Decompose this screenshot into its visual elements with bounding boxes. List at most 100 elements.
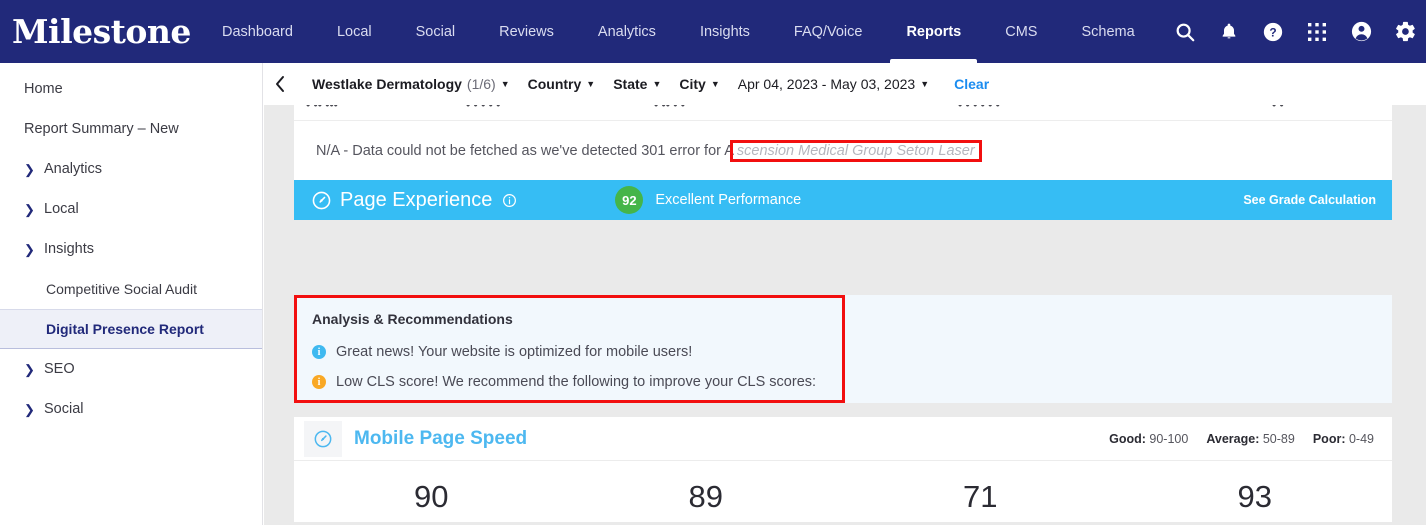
sidebar-item-competitive-social-audit[interactable]: Competitive Social Audit: [0, 269, 262, 309]
sidebar-item-label: Local: [44, 201, 79, 217]
sidebar-item-label: Home: [24, 81, 63, 97]
sidebar-item-analytics[interactable]: ❯ Analytics: [0, 149, 262, 189]
page-experience-title: Page Experience: [340, 188, 493, 211]
sidebar-item-label: Report Summary – New: [24, 121, 179, 137]
legend-good-label: Good:: [1109, 431, 1146, 446]
filter-country-dropdown[interactable]: Country ▼: [519, 76, 605, 92]
speedometer-icon: [310, 189, 332, 211]
info-circle-icon[interactable]: [502, 193, 517, 208]
chevron-down-icon: ❯: [24, 241, 35, 257]
table-row: • •• ••• • • • • • • •• • • • • • • • • …: [294, 105, 1392, 120]
filter-account-count: (1/6): [466, 76, 496, 92]
sidebar-item-label: SEO: [44, 361, 75, 377]
legend-average: Average: 50-89: [1206, 432, 1295, 446]
analysis-title: Analysis & Recommendations: [312, 311, 513, 327]
score-value: 71: [963, 479, 998, 514]
nav-item-reviews[interactable]: Reviews: [477, 0, 576, 63]
top-navigation-bar: Milestone Dashboard Local Social Reviews…: [0, 0, 1426, 63]
left-sidebar: Home Report Summary – New ❯ Analytics ❯ …: [0, 63, 263, 525]
table-cell: • •• •••: [306, 105, 338, 112]
table-cell: • • • • • •: [958, 105, 1000, 112]
sidebar-item-label: Competitive Social Audit: [46, 281, 197, 297]
na-error-prefix: N/A - Data could not be fetched as we've…: [316, 142, 734, 159]
filter-account-dropdown[interactable]: Westlake Dermatology (1/6) ▼: [303, 76, 519, 92]
sidebar-item-label: Digital Presence Report: [46, 321, 204, 337]
table-cell: • • • • •: [466, 105, 501, 112]
top-nav-items: Dashboard Local Social Reviews Analytics…: [200, 0, 1157, 63]
notification-bell-icon[interactable]: [1216, 19, 1242, 45]
filter-city-dropdown[interactable]: City ▼: [670, 76, 728, 92]
sidebar-item-label: Analytics: [44, 161, 103, 177]
sidebar-item-home[interactable]: Home: [0, 69, 262, 109]
page-experience-score-badge: 92: [615, 186, 644, 214]
info-circle-icon: i: [312, 345, 326, 359]
sidebar-item-insights[interactable]: ❯ Insights: [0, 229, 262, 269]
score-value: 93: [1237, 479, 1272, 514]
brand-logo[interactable]: Milestone: [0, 15, 200, 48]
nav-item-schema[interactable]: Schema: [1059, 0, 1156, 63]
chevron-down-icon: ▼: [586, 78, 596, 89]
info-circle-icon: i: [312, 375, 326, 389]
help-icon[interactable]: ?: [1260, 19, 1286, 45]
nav-item-insights[interactable]: Insights: [678, 0, 772, 63]
app-root: Milestone Dashboard Local Social Reviews…: [0, 0, 1426, 525]
sidebar-item-seo[interactable]: ❯ SEO: [0, 349, 262, 389]
chevron-down-icon: ▼: [652, 78, 662, 89]
chevron-right-icon: ❯: [24, 361, 35, 377]
sidebar-item-report-summary-new[interactable]: Report Summary – New: [0, 109, 262, 149]
nav-item-local[interactable]: Local: [315, 0, 394, 63]
recommendation-item-cls: i Low CLS score! We recommend the follow…: [312, 374, 816, 390]
chevron-right-icon: ❯: [24, 401, 35, 417]
filter-state-dropdown[interactable]: State ▼: [604, 76, 670, 92]
legend-average-label: Average:: [1206, 431, 1260, 446]
svg-text:?: ?: [1269, 25, 1276, 39]
chevron-down-icon: ▼: [710, 78, 720, 89]
chevron-down-icon: ▼: [920, 78, 930, 89]
apps-grid-icon[interactable]: [1304, 19, 1330, 45]
na-error-text: N/A - Data could not be fetched as we've…: [316, 139, 982, 162]
filter-city-label: City: [679, 76, 706, 92]
main-content-area: • •• ••• • • • • • • •• • • • • • • • • …: [264, 105, 1426, 525]
mobile-page-speed-header: Mobile Page Speed Good: 90-100 Average: …: [294, 417, 1392, 461]
chevron-down-icon: ▼: [500, 78, 510, 89]
nav-item-analytics[interactable]: Analytics: [576, 0, 678, 63]
score-value: 89: [688, 479, 723, 514]
settings-gear-icon[interactable]: [1392, 19, 1418, 45]
sidebar-collapse-button[interactable]: [263, 63, 297, 105]
filter-country-label: Country: [527, 76, 582, 92]
recommendation-item-mobile: i Great news! Your website is optimized …: [312, 344, 692, 360]
legend-average-range: 50-89: [1262, 431, 1295, 446]
score-value: 90: [414, 479, 449, 514]
nav-item-cms[interactable]: CMS: [983, 0, 1059, 63]
nav-item-dashboard[interactable]: Dashboard: [200, 0, 315, 63]
recommendation-text: Low CLS score! We recommend the followin…: [336, 374, 817, 390]
sidebar-item-label: Insights: [44, 241, 94, 257]
recommendation-text: Great news! Your website is optimized fo…: [336, 344, 693, 360]
search-icon[interactable]: [1172, 19, 1198, 45]
legend-good: Good: 90-100: [1109, 432, 1188, 446]
analysis-recommendations-panel: Analysis & Recommendations i Great news!…: [294, 295, 1392, 403]
nav-item-social[interactable]: Social: [394, 0, 478, 63]
speedometer-icon: [304, 420, 342, 457]
filter-daterange-dropdown[interactable]: Apr 04, 2023 - May 03, 2023 ▼: [729, 76, 938, 92]
page-experience-performance-label: Excellent Performance: [655, 192, 802, 208]
chevron-right-icon: ❯: [24, 201, 35, 217]
filter-account-label: Westlake Dermatology: [312, 76, 462, 92]
na-error-highlight: scension Medical Group Seton Laser: [729, 139, 982, 162]
chevron-right-icon: ❯: [24, 161, 35, 177]
clipped-table-fragment: • •• ••• • • • • • • •• • • • • • • • • …: [294, 105, 1392, 121]
account-icon[interactable]: [1348, 19, 1374, 45]
filter-state-label: State: [613, 76, 648, 92]
sidebar-item-local[interactable]: ❯ Local: [0, 189, 262, 229]
filter-clear-button[interactable]: Clear: [938, 76, 989, 92]
nav-item-faq-voice[interactable]: FAQ/Voice: [772, 0, 885, 63]
na-error-card: N/A - Data could not be fetched as we've…: [294, 121, 1392, 181]
legend-good-range: 90-100: [1149, 431, 1189, 446]
top-nav-icon-group: ?: [1172, 19, 1426, 45]
sidebar-item-social[interactable]: ❯ Social: [0, 389, 262, 429]
sidebar-item-digital-presence-report[interactable]: Digital Presence Report: [0, 309, 262, 349]
filter-daterange-label: Apr 04, 2023 - May 03, 2023: [737, 76, 916, 92]
page-experience-header: Page Experience 92 Excellent Performance…: [294, 180, 1392, 220]
see-grade-calculation-link[interactable]: See Grade Calculation: [1243, 193, 1376, 207]
nav-item-reports[interactable]: Reports: [884, 0, 984, 63]
